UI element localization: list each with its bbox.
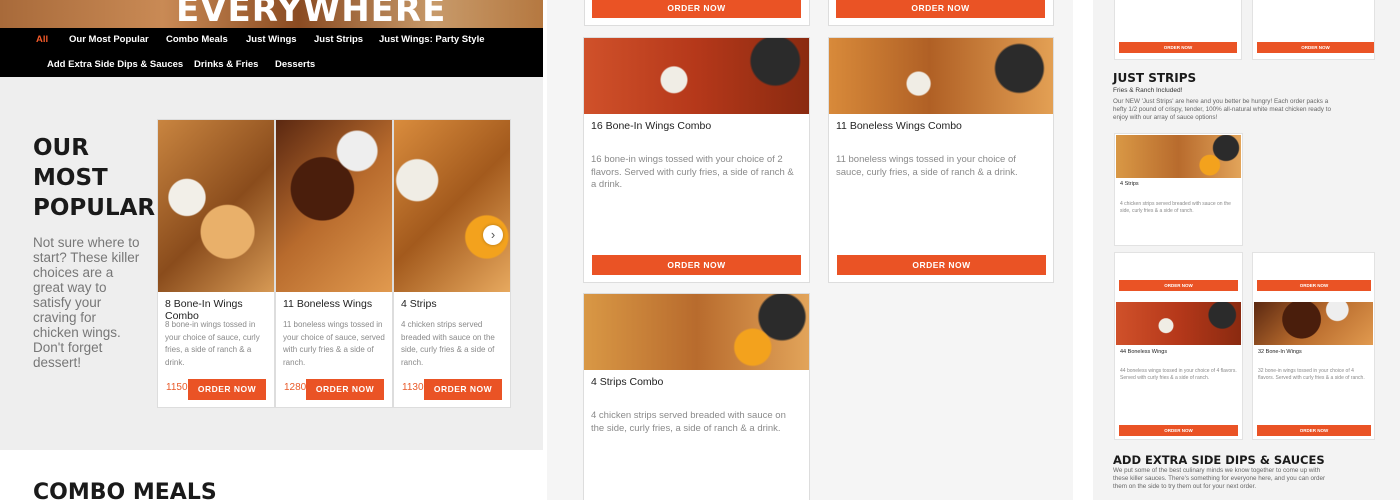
product-image: [584, 294, 809, 370]
hero-banner: EVERYWHERE: [0, 0, 543, 30]
order-now-button[interactable]: ORDER NOW: [188, 379, 266, 400]
product-name: 4 Strips Combo: [591, 376, 664, 388]
order-now-button[interactable]: ORDER NOW: [1119, 425, 1238, 436]
product-card[interactable]: 4 Strips 4 chicken strips served breaded…: [1114, 133, 1243, 246]
popular-title: OUR MOST POPULAR: [33, 135, 156, 221]
product-name: 4 Strips: [1120, 181, 1139, 187]
product-calories: 1280: [284, 382, 307, 393]
product-name: 4 Strips: [401, 298, 437, 310]
product-card[interactable]: 4 Strips 4 chicken strips served breaded…: [393, 119, 511, 408]
product-card[interactable]: 8 Bone-In Wings Combo 8 bone-in wings to…: [157, 119, 275, 408]
product-name: 11 Boneless Wings Combo: [836, 120, 962, 132]
category-nav: All Our Most Popular Combo Meals Just Wi…: [0, 28, 543, 77]
product-description: 16 bone-in wings tossed with your choice…: [591, 154, 794, 190]
just-strips-description: Our NEW 'Just Strips' are here and you b…: [1113, 98, 1331, 121]
product-description: 11 boneless wings tossed in your choice …: [283, 320, 385, 367]
combo-card[interactable]: 16 Bone-In Wings Combo 16 bone-in wings …: [583, 37, 810, 283]
product-description: 8 bone-in wings tossed in your choice of…: [165, 320, 260, 367]
product-description: 11 boneless wings tossed in your choice …: [836, 154, 1018, 178]
order-now-button[interactable]: ORDER NOW: [837, 255, 1046, 275]
product-image: [584, 38, 809, 114]
just-strips-subtitle: Fries & Ranch Included!: [1113, 87, 1183, 94]
popular-description: Not sure where to start? These killer ch…: [33, 235, 140, 370]
order-now-button[interactable]: ORDER NOW: [592, 255, 801, 275]
nav-just-wings-party-style[interactable]: Just Wings: Party Style: [379, 34, 485, 45]
nav-desserts[interactable]: Desserts: [275, 59, 315, 70]
product-name: 16 Bone-In Wings Combo: [591, 120, 712, 132]
nav-add-extra-side-dips[interactable]: Add Extra Side Dips & Sauces: [47, 59, 183, 70]
product-card[interactable]: ORDER NOW 32 Bone-In Wings 32 bone-in wi…: [1252, 252, 1375, 440]
product-card[interactable]: 11 Boneless Wings 11 boneless wings toss…: [275, 119, 393, 408]
product-calories: 1130: [402, 382, 424, 393]
product-name: 11 Boneless Wings: [283, 298, 373, 310]
just-strips-title: JUST STRIPS: [1113, 71, 1197, 85]
product-description: 44 boneless wings tossed in your choice …: [1120, 368, 1237, 381]
hero-title: EVERYWHERE: [176, 0, 447, 30]
product-description: 4 chicken strips served breaded with sau…: [1120, 201, 1231, 214]
order-now-button[interactable]: ORDER NOW: [1119, 280, 1238, 291]
order-now-button[interactable]: ORDER NOW: [836, 0, 1045, 18]
product-name: 44 Boneless Wings: [1120, 349, 1168, 355]
carousel-next-icon[interactable]: ›: [483, 225, 503, 245]
product-name: 32 Bone-In Wings: [1258, 349, 1302, 355]
nav-drinks-fries[interactable]: Drinks & Fries: [194, 59, 258, 70]
dips-title: ADD EXTRA SIDE DIPS & SAUCES: [1113, 453, 1325, 467]
order-now-button[interactable]: ORDER NOW: [1257, 42, 1374, 53]
nav-our-most-popular[interactable]: Our Most Popular: [69, 34, 149, 45]
order-now-button[interactable]: ORDER NOW: [424, 379, 502, 400]
nav-just-strips[interactable]: Just Strips: [314, 34, 363, 45]
product-image: [394, 120, 510, 292]
combo-card[interactable]: 4 Strips Combo 4 chicken strips served b…: [583, 293, 810, 500]
product-description: 4 chicken strips served breaded with sau…: [591, 410, 786, 434]
product-card[interactable]: ORDER NOW 44 Boneless Wings 44 boneless …: [1114, 252, 1243, 440]
nav-all[interactable]: All: [36, 34, 48, 45]
order-now-button[interactable]: ORDER NOW: [1257, 280, 1371, 291]
dips-description: We put some of the best culinary minds w…: [1113, 467, 1326, 490]
order-now-button[interactable]: ORDER NOW: [306, 379, 384, 400]
product-image: [1116, 135, 1241, 178]
product-description: 4 chicken strips served breaded with sau…: [401, 320, 495, 367]
combo-title: COMBO MEALS: [33, 480, 217, 500]
product-image: [158, 120, 274, 292]
order-now-button[interactable]: ORDER NOW: [592, 0, 801, 18]
nav-combo-meals[interactable]: Combo Meals: [166, 34, 228, 45]
nav-just-wings[interactable]: Just Wings: [246, 34, 297, 45]
product-image: [1254, 302, 1373, 345]
menu-overview-panel: ORDER NOW ORDER NOW JUST STRIPS Fries & …: [1093, 0, 1400, 500]
combo-card[interactable]: 11 Boneless Wings Combo 11 boneless wing…: [828, 37, 1054, 283]
order-now-button[interactable]: ORDER NOW: [1257, 425, 1371, 436]
order-now-button[interactable]: ORDER NOW: [1119, 42, 1237, 53]
product-image: [829, 38, 1053, 114]
product-image: [276, 120, 392, 292]
product-image: [1116, 302, 1241, 345]
combo-panel: ORDER NOW ORDER NOW 16 Bone-In Wings Com…: [547, 0, 1073, 500]
main-panel: EVERYWHERE All Our Most Popular Combo Me…: [0, 0, 543, 500]
product-description: 32 bone-in wings tossed in your choice o…: [1258, 368, 1365, 381]
product-calories: 1150: [166, 382, 188, 393]
